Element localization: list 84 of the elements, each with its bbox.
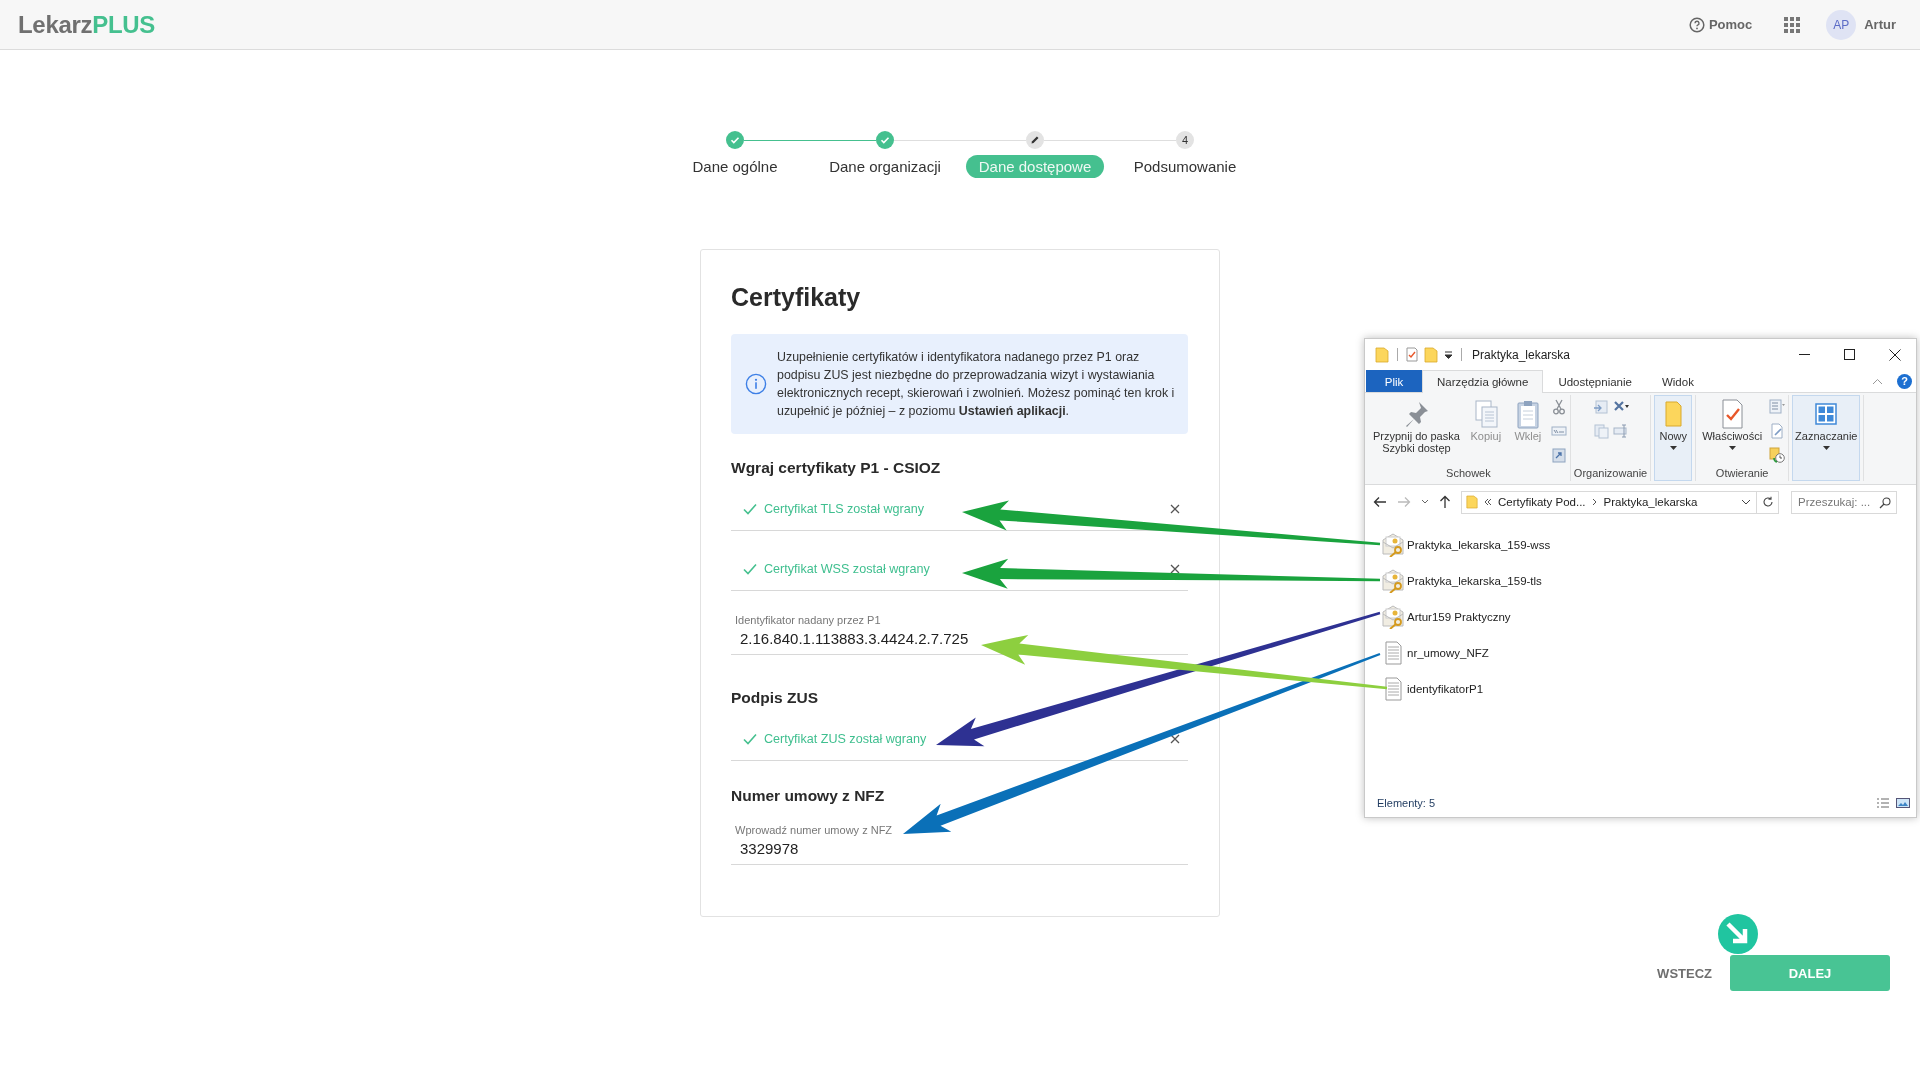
ribbon-tab[interactable]: Udostępnianie (1543, 370, 1647, 392)
chevron-icon (1591, 498, 1598, 506)
help-button[interactable]: ? (1897, 373, 1912, 389)
folder-icon (1424, 346, 1438, 363)
group-label: Otwieranie (1715, 466, 1769, 481)
field-label: Identyfikator nadany przez P1 (735, 613, 882, 627)
caret-icon (1728, 446, 1736, 450)
certificate-icon (1382, 569, 1404, 593)
close-icon[interactable] (1170, 504, 1180, 514)
ribbon-button[interactable]: Właściwości (1699, 395, 1766, 465)
logo[interactable]: LekarzPLUS (18, 10, 156, 39)
maximize-icon[interactable] (1844, 349, 1855, 360)
file-name[interactable]: Artur159 Praktyczny (1407, 611, 1511, 623)
section-heading: Podpis ZUS (731, 688, 819, 708)
scissors-icon[interactable] (1550, 399, 1567, 415)
info-icon (745, 373, 767, 395)
user-name[interactable]: Artur (1864, 17, 1896, 32)
check-icon (743, 563, 757, 575)
file-name[interactable]: Praktyka_lekarska_159-tls (1407, 575, 1542, 587)
search-icon (1879, 496, 1891, 509)
text-field[interactable]: 2.16.840.1.113883.3.4424.2.7.725 (735, 627, 1184, 649)
group-label: Organizowanie (1573, 466, 1648, 481)
step-label[interactable]: Podsumowanie (1120, 155, 1250, 178)
checklist-icon[interactable] (1406, 347, 1418, 362)
file-name[interactable]: nr_umowy_NFZ (1407, 647, 1489, 659)
apps-grid-icon[interactable] (1784, 16, 1801, 33)
card-title: Certyfikaty (731, 282, 862, 313)
help-icon (1688, 16, 1705, 33)
ribbon-tab[interactable]: Plik (1366, 370, 1422, 392)
section-heading: Numer umowy z NFZ (731, 786, 886, 806)
ribbon-button[interactable]: Nowy (1654, 395, 1693, 481)
caret-icon[interactable] (1444, 350, 1453, 359)
breadcrumb-item[interactable]: Certyfikaty Pod... (1498, 496, 1586, 508)
caret-icon[interactable] (1421, 499, 1429, 505)
shortcut-icon[interactable] (1550, 447, 1567, 463)
arrow-circle-icon (1717, 913, 1760, 955)
check-icon (743, 733, 757, 745)
collapse-icon[interactable] (1872, 377, 1883, 385)
ribbon-tab[interactable]: Widok (1646, 370, 1709, 392)
history-icon[interactable] (1769, 447, 1786, 463)
back-icon[interactable] (1373, 496, 1387, 508)
upload-status: Certyfikat TLS został wgrany (764, 502, 926, 516)
close-icon[interactable] (1170, 564, 1180, 574)
dropdown-icon[interactable] (1741, 499, 1751, 505)
overflow-chevron-icon[interactable] (1484, 498, 1492, 506)
refresh-icon[interactable] (1762, 496, 1774, 508)
step-label[interactable]: Dane ogólne (679, 155, 791, 178)
upload-status: Certyfikat WSS został wgrany (764, 562, 931, 576)
check-icon (743, 503, 757, 515)
help-link[interactable]: Pomoc (1688, 16, 1753, 33)
ribbon-button[interactable]: Zaznaczanie (1792, 395, 1861, 481)
status-text: Elementy: 5 (1377, 797, 1436, 809)
pencil-icon[interactable] (1769, 423, 1786, 439)
document-icon (1382, 677, 1404, 701)
certificate-icon (1382, 605, 1404, 629)
section-heading: Wgraj certyfikaty P1 - CSIOZ (731, 458, 942, 478)
up-icon[interactable] (1439, 495, 1451, 509)
folder-icon (1466, 495, 1478, 509)
step-label[interactable]: Dane organizacji (816, 155, 954, 178)
text-field[interactable]: 3329978 (735, 837, 1184, 859)
avatar[interactable]: AP (1826, 9, 1857, 40)
folder-icon (1375, 346, 1389, 363)
file-name[interactable]: identyfikatorP1 (1407, 683, 1484, 695)
back-button[interactable]: WSTECZ (1657, 959, 1712, 987)
breadcrumb-item[interactable]: Praktyka_lekarska (1603, 496, 1698, 508)
address-bar[interactable]: Certyfikaty Pod... Praktyka_lekarska (1461, 490, 1779, 514)
search-field[interactable]: Przeszukaj: ... (1791, 490, 1897, 514)
file-name[interactable]: Praktyka_lekarska_159-wss (1407, 539, 1551, 551)
step-indicator: 4 (1176, 131, 1194, 149)
document-icon (1382, 641, 1404, 665)
close-icon[interactable] (1170, 734, 1180, 744)
ribbon-tab[interactable]: Narzędzia główne (1422, 370, 1544, 393)
move-icon[interactable] (1592, 399, 1609, 415)
caret-icon (1822, 446, 1830, 450)
group-label: Schowek (1446, 466, 1491, 481)
window-title: Praktyka_lekarska (1472, 347, 1571, 362)
field-label: Wprowadź numer umowy z NFZ (735, 823, 894, 837)
ribbon-button[interactable]: Przypnij do paska Szybki dostęp (1370, 395, 1463, 465)
info-text: Uzupełnienie certyfikatów i identyfikatora nadanego przez P1 oraz podpisu ZUS jest niezbędne do przeprowadzania wizyt i wystawiania elektronicznych recept, skierowań i zwolnień. Możesz pominąć ten krok i uzupełnić je później – z poziomu Ustawień aplikacji. (777, 349, 1176, 420)
thumbnail-view-icon[interactable] (1896, 797, 1910, 809)
caret-icon (1669, 446, 1677, 450)
certificate-icon (1382, 533, 1404, 557)
close-icon[interactable] (1889, 348, 1901, 361)
upload-status: Certyfikat ZUS został wgrany (764, 732, 928, 746)
